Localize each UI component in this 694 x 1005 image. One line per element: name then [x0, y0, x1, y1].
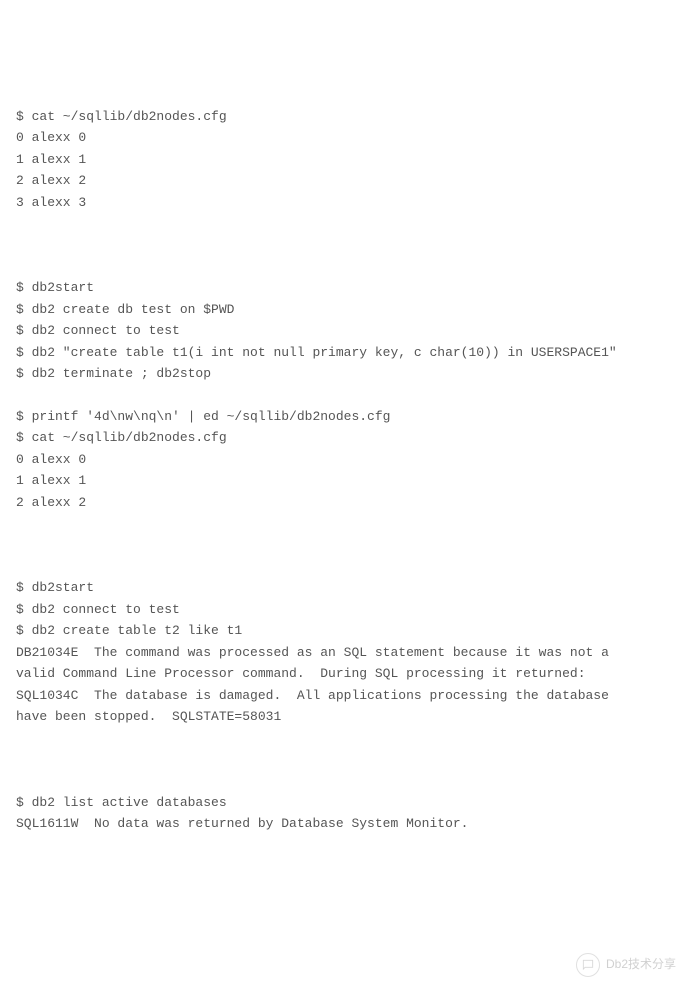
terminal-blank-line — [16, 535, 678, 556]
watermark: Db2技术分享 — [576, 953, 676, 977]
terminal-output-block-4: $ db2start $ db2 connect to test $ db2 c… — [16, 577, 678, 727]
watermark-text: Db2技术分享 — [606, 955, 676, 975]
terminal-output-block-3: $ printf '4d\nw\nq\n' | ed ~/sqllib/db2n… — [16, 406, 678, 513]
terminal-output-block-2: $ db2start $ db2 create db test on $PWD … — [16, 277, 678, 384]
terminal-output-block-1: $ cat ~/sqllib/db2nodes.cfg 0 alexx 0 1 … — [16, 106, 678, 213]
wechat-icon — [576, 953, 600, 977]
terminal-output-block-5: $ db2 list active databases SQL1611W No … — [16, 792, 678, 835]
terminal-blank-line — [16, 749, 678, 770]
terminal-blank-line — [16, 234, 678, 255]
